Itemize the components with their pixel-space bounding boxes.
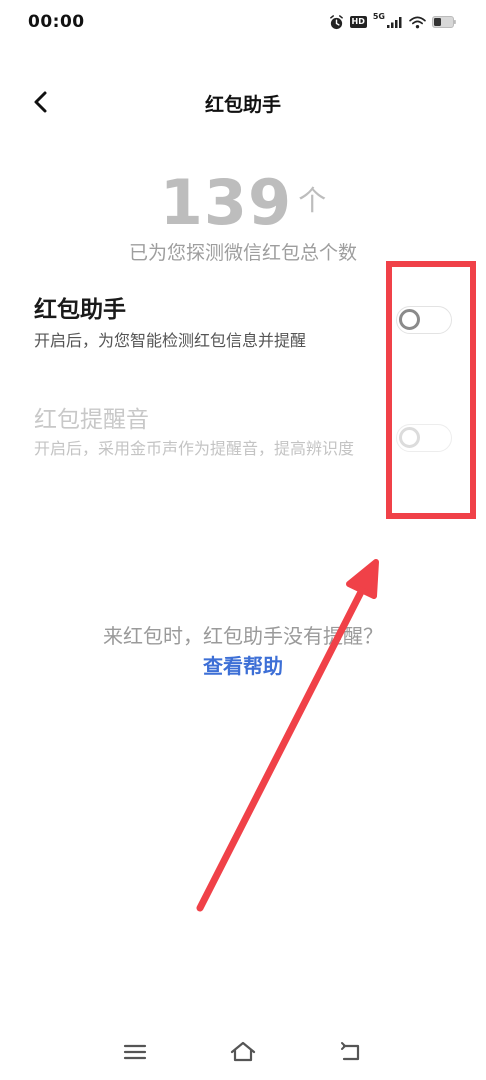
reminder-sound-toggle[interactable] [396, 424, 452, 452]
header: 红包助手 [0, 72, 486, 132]
counter: 139 个 [0, 166, 486, 239]
status-bar: 00:00 HD 5G [0, 0, 486, 46]
alarm-icon [329, 14, 343, 29]
nav-home-button[interactable] [228, 1038, 258, 1066]
home-icon [230, 1041, 256, 1062]
annotation-arrow-head [346, 559, 379, 599]
menu-icon [123, 1044, 147, 1060]
view-help-link[interactable]: 查看帮助 [0, 650, 486, 679]
status-icons: HD 5G [329, 12, 456, 32]
toggle-knob [399, 427, 420, 448]
setting-title: 红包提醒音 [34, 407, 149, 433]
battery-icon [432, 16, 456, 28]
network-type-label: 5G [372, 12, 385, 21]
setting-title: 红包助手 [34, 297, 126, 323]
nav-menu-button[interactable] [120, 1038, 150, 1066]
counter-value: 139 [159, 166, 293, 239]
signal-icon [387, 17, 402, 28]
page-title: 红包助手 [204, 94, 281, 116]
counter-caption: 已为您探测微信红包总个数 [128, 242, 357, 264]
navigation-bar [0, 1030, 486, 1074]
setting-reminder-sound: 红包提醒音 开启后，采用金币声作为提醒音，提高辨识度 [0, 396, 486, 496]
counter-unit: 个 [298, 183, 327, 217]
toggle-knob [399, 309, 420, 330]
setting-description: 开启后，采用金币声作为提醒音，提高辨识度 [34, 439, 355, 458]
back-icon [341, 1042, 360, 1061]
wifi-icon [409, 16, 426, 28]
status-time: 00:00 [28, 12, 85, 32]
setting-red-packet-assistant: 红包助手 开启后，为您智能检测红包信息并提醒 [0, 286, 486, 366]
red-packet-assistant-toggle[interactable] [396, 306, 452, 334]
nav-back-button[interactable] [336, 1038, 366, 1066]
help-question: 来红包时，红包助手没有提醒？ [103, 624, 383, 648]
annotation-overlay [196, 261, 476, 912]
setting-description: 开启后，为您智能检测红包信息并提醒 [34, 331, 307, 350]
hd-icon: HD [349, 16, 367, 28]
